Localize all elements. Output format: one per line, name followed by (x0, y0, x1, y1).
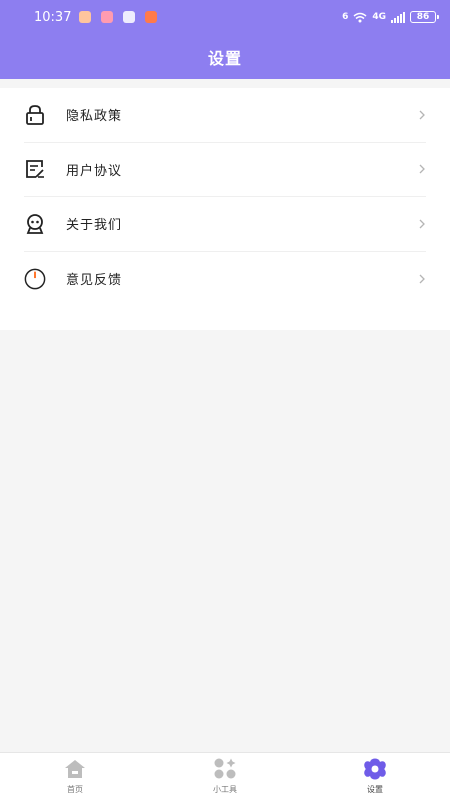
settings-menu: 隐私政策 用户协议 关于我们 意见反馈 (0, 88, 450, 330)
app-header: 10:37 6 4G 86 设置 (0, 0, 450, 79)
battery-icon: 86 (410, 11, 439, 23)
notification-app-icon (79, 11, 92, 23)
notification-app-icon (123, 11, 136, 23)
info-badge-icon (24, 213, 46, 235)
menu-item-feedback[interactable]: 意见反馈 (24, 252, 426, 307)
menu-item-user-agreement[interactable]: 用户协议 (24, 143, 426, 197)
chevron-right-icon (418, 273, 426, 285)
tab-settings[interactable]: 设置 (300, 753, 450, 800)
notification-app-icon (145, 11, 158, 23)
menu-item-label: 用户协议 (66, 163, 123, 179)
battery-level: 86 (416, 12, 430, 22)
power-icon (24, 268, 46, 290)
signal-icon (391, 11, 405, 23)
status-indicators: 6 4G 86 (342, 11, 439, 23)
flower-settings-icon (363, 758, 387, 780)
tab-label: 设置 (367, 785, 383, 794)
home-icon (63, 758, 87, 780)
tab-tools[interactable]: 小工具 (150, 753, 300, 800)
page-title-bar: 设置 (0, 34, 450, 79)
wifi-label: 6 (342, 11, 349, 22)
chevron-right-icon (418, 109, 426, 121)
notification-app-icon (101, 11, 114, 23)
chevron-right-icon (418, 163, 426, 175)
network-label: 4G (372, 11, 386, 22)
chevron-right-icon (418, 218, 426, 230)
bottom-tab-bar: 首页 小工具 设置 (0, 752, 450, 800)
tab-label: 首页 (67, 785, 83, 794)
tab-label: 小工具 (213, 785, 237, 794)
menu-item-label: 意见反馈 (66, 273, 123, 289)
document-edit-icon (24, 158, 46, 180)
menu-item-about-us[interactable]: 关于我们 (24, 197, 426, 252)
status-bar: 10:37 6 4G 86 (0, 0, 450, 34)
page-title: 设置 (207, 48, 242, 68)
status-time: 10:37 (34, 9, 72, 25)
apps-icon (213, 758, 237, 780)
wifi-icon (353, 12, 367, 22)
lock-icon (24, 104, 46, 126)
menu-item-label: 隐私政策 (66, 109, 123, 125)
menu-item-privacy-policy[interactable]: 隐私政策 (24, 88, 426, 143)
menu-item-label: 关于我们 (66, 218, 123, 234)
tab-home[interactable]: 首页 (0, 753, 150, 800)
